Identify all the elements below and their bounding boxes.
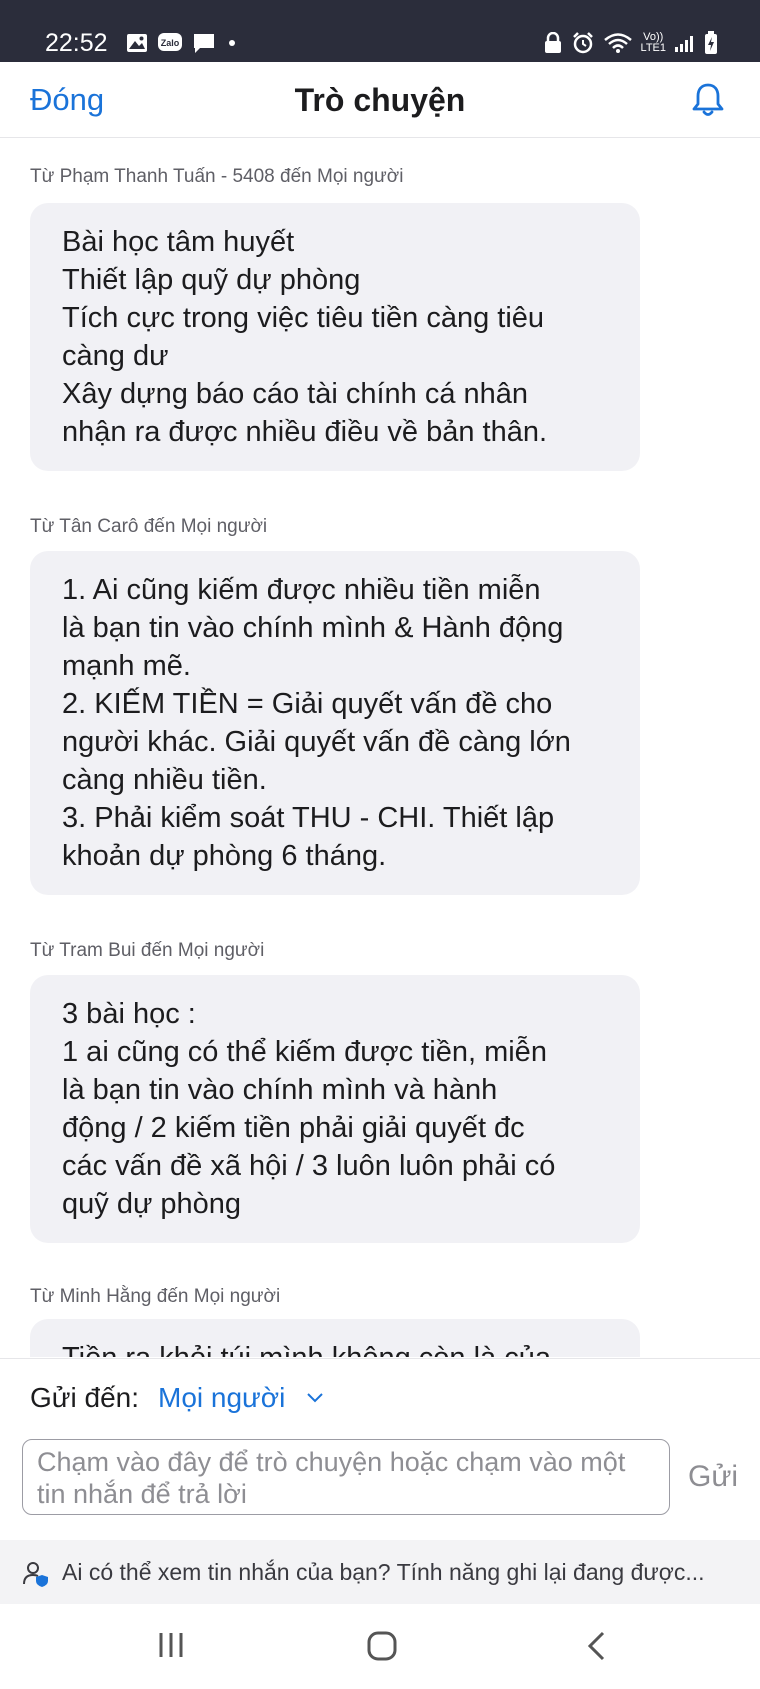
message-bubble[interactable]: 1. Ai cũng kiếm được nhiều tiền miễn là … — [30, 551, 640, 895]
message-line: các vấn đề xã hội / 3 luôn luôn phải có — [62, 1150, 556, 1182]
message-line: là bạn tin vào chính mình & Hành động — [62, 612, 564, 644]
signal-icon — [675, 36, 693, 52]
chat-input[interactable]: Chạm vào đây để trò chuyện hoặc chạm vào… — [22, 1439, 670, 1515]
message-line: 1 ai cũng có thể kiếm được tiền, miễn — [62, 1036, 547, 1068]
message-bubble[interactable]: Tiền ra khỏi túi mình không còn là của — [30, 1319, 640, 1357]
message-sender: Từ Minh Hằng đến Mọi người — [30, 1286, 281, 1307]
zalo-icon: Zalo — [158, 33, 182, 51]
status-bar: 22:52 Zalo Vo)) LTE1 — [0, 0, 760, 62]
chat-messages[interactable]: Từ Phạm Thanh Tuấn - 5408 đến Mọi người … — [0, 139, 760, 1357]
message-bubble[interactable]: 3 bài học : 1 ai cũng có thể kiếm được t… — [30, 975, 640, 1243]
message-bubble[interactable]: Bài học tâm huyết Thiết lập quỹ dự phòng… — [30, 203, 640, 471]
message-line: Tích cực trong việc tiêu tiền càng tiêu — [62, 302, 545, 334]
chevron-down-icon[interactable] — [306, 1391, 324, 1405]
message-line: là bạn tin vào chính mình và hành — [62, 1074, 498, 1106]
send-to-label: Gửi đến: — [30, 1382, 140, 1413]
system-icons: Vo)) LTE1 — [543, 28, 718, 58]
privacy-notice-text[interactable]: Ai có thể xem tin nhắn của bạn? Tính năn… — [62, 1558, 740, 1586]
message-line: người khác. Giải quyết vấn đề càng lớn — [62, 726, 571, 758]
wifi-icon — [603, 33, 632, 53]
page-title: Trò chuyện — [294, 82, 466, 118]
message-sender: Từ Phạm Thanh Tuấn - 5408 đến Mọi người — [30, 166, 404, 187]
volte-label-bottom: LTE1 — [640, 42, 666, 54]
composer: Gửi đến: Mọi người Chạm vào đây để trò c… — [0, 1358, 760, 1540]
dot-icon — [229, 40, 235, 46]
message-line: quỹ dự phòng — [62, 1188, 242, 1220]
notification-icons: Zalo — [126, 30, 235, 56]
message-line: mạnh mẽ. — [62, 650, 191, 682]
image-icon — [127, 34, 147, 52]
lock-icon — [544, 32, 561, 53]
message-line: Tiền ra khỏi túi mình không còn là của — [62, 1339, 608, 1357]
status-time: 22:52 — [45, 29, 108, 57]
message-line: khoản dự phòng 6 tháng. — [62, 840, 387, 872]
send-button[interactable]: Gửi — [688, 1459, 738, 1495]
bell-icon[interactable] — [688, 80, 728, 120]
recent-apps-icon[interactable] — [156, 1630, 186, 1660]
message-line: 1. Ai cũng kiếm được nhiều tiền miễn — [62, 574, 541, 606]
message-sender: Từ Tân Carô đến Mọi người — [30, 516, 268, 537]
battery-icon — [705, 31, 717, 54]
zalo-logo-text: Zalo — [161, 38, 180, 48]
privacy-notice[interactable]: Ai có thể xem tin nhắn của bạn? Tính năn… — [0, 1540, 760, 1604]
message-sender: Từ Tram Bui đến Mọi người — [30, 940, 265, 961]
chat-header: Đóng Trò chuyện — [0, 62, 760, 138]
send-to-dropdown[interactable]: Mọi người — [158, 1381, 285, 1415]
message-line: Thiết lập quỹ dự phòng — [62, 264, 361, 296]
volte-icon: Vo)) LTE1 — [641, 32, 666, 54]
message-line: 3. Phải kiểm soát THU - CHI. Thiết lập — [62, 802, 555, 834]
message-icon — [194, 34, 214, 53]
home-icon[interactable] — [366, 1630, 398, 1662]
back-icon[interactable] — [585, 1630, 609, 1662]
message-line: động / 2 kiếm tiền phải giải quyết đc — [62, 1112, 525, 1144]
system-nav-bar — [0, 1604, 760, 1689]
message-line: 3 bài học : — [62, 998, 196, 1030]
message-line: càng nhiều tiền. — [62, 764, 267, 796]
message-line: Xây dựng báo cáo tài chính cá nhân — [62, 378, 529, 410]
message-line: 2. KIẾM TIỀN = Giải quyết vấn đề cho — [62, 688, 553, 720]
message-line: càng dư — [62, 340, 169, 372]
message-line: Bài học tâm huyết — [62, 226, 295, 258]
alarm-icon — [572, 32, 593, 54]
message-line: nhận ra được nhiều điều về bản thân. — [62, 416, 548, 448]
user-shield-icon — [23, 1562, 48, 1587]
